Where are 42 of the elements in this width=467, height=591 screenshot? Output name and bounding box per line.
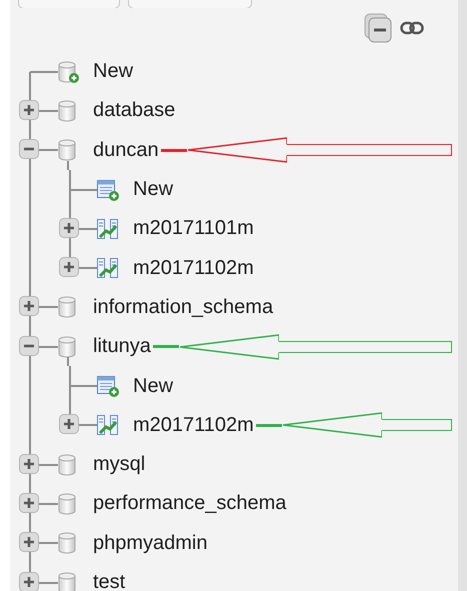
- plus-icon: [23, 496, 35, 509]
- tree-item-label[interactable]: database: [93, 99, 176, 122]
- collapse-all-icon[interactable]: [364, 13, 392, 43]
- tree-item-label[interactable]: performance_schema: [93, 492, 286, 516]
- plus-icon: [23, 104, 35, 116]
- plus-icon: [63, 222, 75, 234]
- expand-button[interactable]: [59, 257, 79, 278]
- plus-icon: [63, 261, 75, 274]
- tree-item-label[interactable]: duncan: [93, 138, 159, 162]
- collapse-button[interactable]: [19, 139, 39, 160]
- tree-item-label[interactable]: m20171102m: [133, 256, 254, 280]
- expand-button[interactable]: [19, 532, 39, 552]
- expand-button[interactable]: [19, 100, 39, 120]
- new-database-icon: [56, 60, 80, 84]
- collapse-button[interactable]: [19, 336, 39, 356]
- expand-button[interactable]: [59, 218, 79, 238]
- plus-icon: [23, 576, 35, 588]
- expand-button[interactable]: [59, 414, 79, 434]
- expand-button[interactable]: [19, 492, 39, 513]
- tree-item-label[interactable]: litunya: [93, 335, 151, 358]
- tree-item-label[interactable]: phpmyadmin: [93, 532, 208, 555]
- plus-icon: [23, 536, 35, 548]
- link-icon[interactable]: [400, 21, 424, 35]
- tree-item-label[interactable]: information_schema: [93, 296, 274, 319]
- tree-item-label[interactable]: test: [93, 571, 126, 591]
- tree-item-label[interactable]: mysql: [93, 453, 146, 476]
- tree-item-label[interactable]: New: [93, 60, 134, 84]
- tree-item-label[interactable]: m20171102m: [133, 414, 254, 437]
- tree-item-label[interactable]: New: [133, 178, 174, 202]
- tree-item-label[interactable]: m20171101m: [133, 217, 254, 240]
- expand-button[interactable]: [19, 454, 39, 474]
- tree-item-label[interactable]: New: [133, 374, 174, 398]
- table-icon: [96, 216, 120, 241]
- expand-button[interactable]: [19, 572, 39, 591]
- expand-button[interactable]: [19, 296, 39, 316]
- new-table-icon: [96, 374, 120, 398]
- plus-icon: [23, 458, 35, 470]
- plus-icon: [63, 418, 75, 430]
- plus-icon: [23, 300, 35, 312]
- table-icon: [96, 413, 120, 438]
- new-table-icon: [96, 178, 120, 202]
- table-icon: [96, 256, 120, 280]
